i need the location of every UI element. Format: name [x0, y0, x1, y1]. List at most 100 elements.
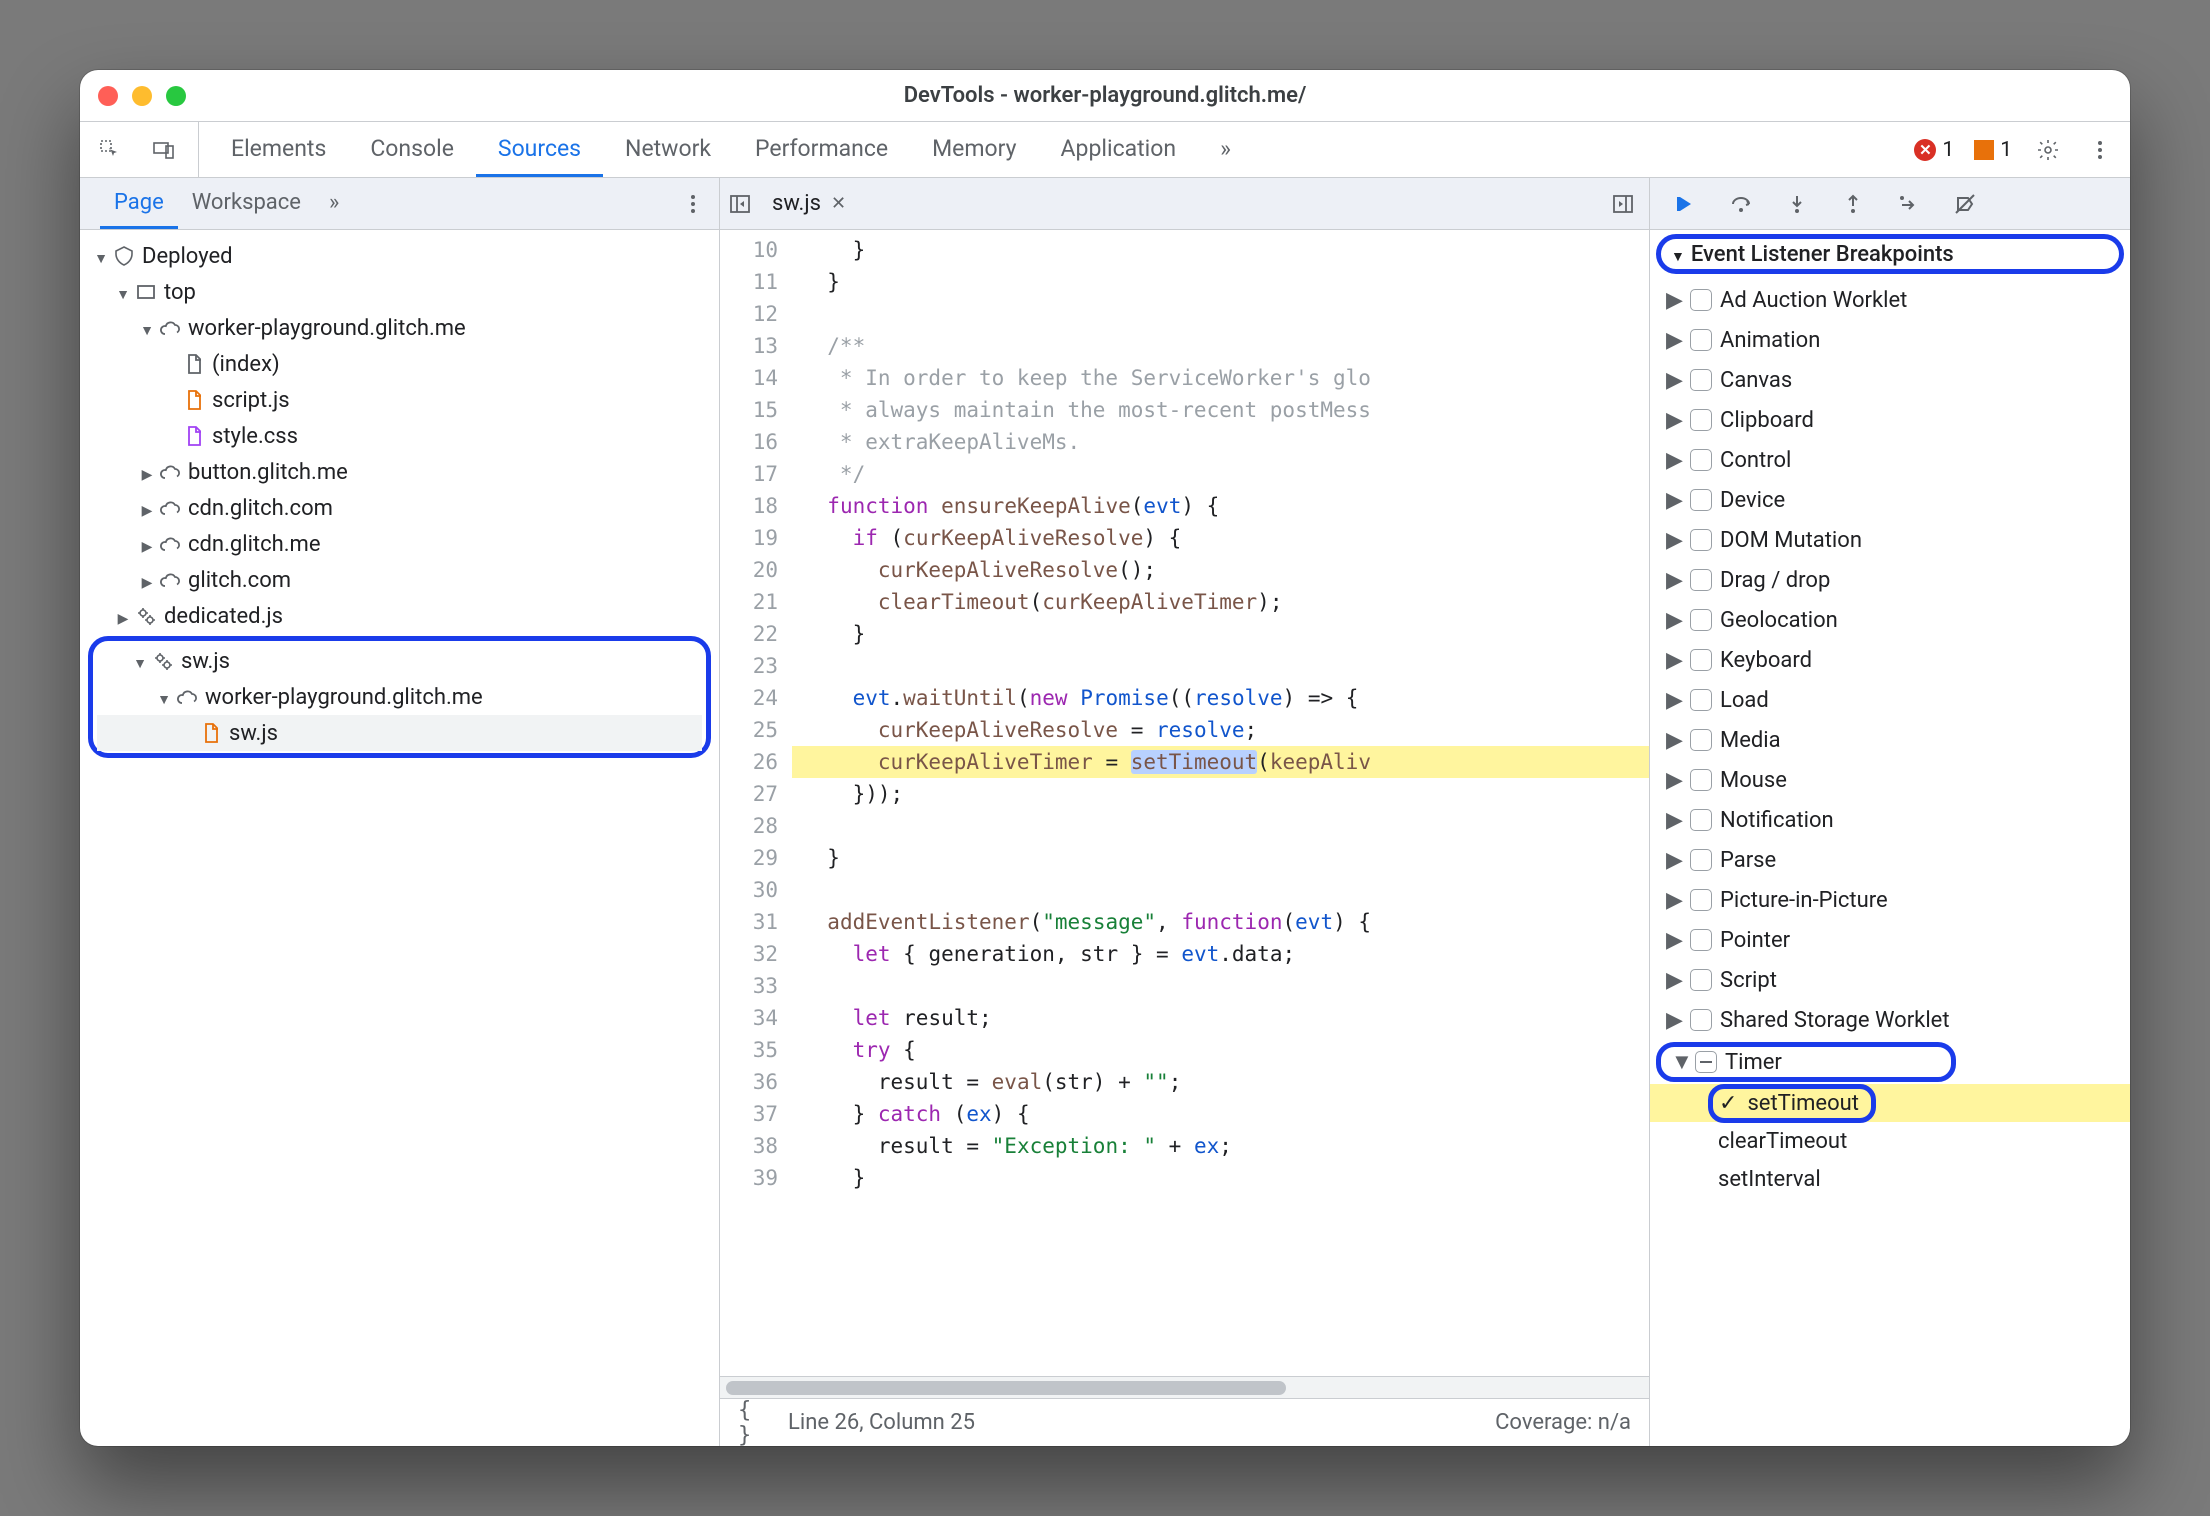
- tree-item[interactable]: button.glitch.me: [80, 454, 719, 490]
- breakpoint-category[interactable]: ▶Notification: [1650, 800, 2130, 840]
- breakpoint-item[interactable]: setInterval: [1650, 1160, 2130, 1198]
- close-tab-icon[interactable]: ✕: [831, 193, 846, 214]
- checkbox-icon[interactable]: [1690, 689, 1712, 711]
- tree-item[interactable]: glitch.com: [80, 562, 719, 598]
- checkbox-icon[interactable]: [1690, 729, 1712, 751]
- editor-tab-swjs[interactable]: sw.js ✕: [756, 178, 862, 229]
- twisty-icon[interactable]: [138, 460, 156, 485]
- breakpoint-category[interactable]: ▶Drag / drop: [1650, 560, 2130, 600]
- step-into-icon[interactable]: [1782, 189, 1812, 219]
- navigator-overflow-button[interactable]: »: [315, 178, 353, 229]
- checkbox-icon[interactable]: [1690, 289, 1712, 311]
- breakpoint-category[interactable]: ▶Geolocation: [1650, 600, 2130, 640]
- twisty-icon[interactable]: [114, 604, 132, 629]
- breakpoint-category[interactable]: ▶Shared Storage Worklet: [1650, 1000, 2130, 1040]
- panel-tab-sources[interactable]: Sources: [476, 122, 603, 177]
- breakpoint-category[interactable]: ▶Clipboard: [1650, 400, 2130, 440]
- panel-tab-console[interactable]: Console: [348, 122, 476, 177]
- checkbox-icon[interactable]: [1690, 1009, 1712, 1031]
- twisty-icon[interactable]: [155, 685, 173, 710]
- breakpoint-category[interactable]: ▶Ad Auction Worklet: [1650, 280, 2130, 320]
- tree-item[interactable]: sw.js: [97, 643, 702, 679]
- twisty-icon[interactable]: [131, 649, 149, 674]
- twisty-icon[interactable]: [138, 568, 156, 593]
- close-window-button[interactable]: [98, 86, 118, 106]
- breakpoint-category[interactable]: ▶Parse: [1650, 840, 2130, 880]
- navigator-tab-page[interactable]: Page: [100, 178, 178, 229]
- breakpoint-category[interactable]: ▶Script: [1650, 960, 2130, 1000]
- tree-item[interactable]: (index): [80, 346, 719, 382]
- checkbox-icon[interactable]: [1690, 449, 1712, 471]
- breakpoint-category[interactable]: ▶Picture-in-Picture: [1650, 880, 2130, 920]
- breakpoint-category[interactable]: ▶Device: [1650, 480, 2130, 520]
- checkbox-icon[interactable]: [1690, 489, 1712, 511]
- line-gutter[interactable]: 1011121314151617181920212223242526272829…: [720, 230, 792, 1376]
- settings-icon[interactable]: [2032, 134, 2064, 166]
- panel-tab-network[interactable]: Network: [603, 122, 733, 177]
- breakpoint-item[interactable]: clearTimeout: [1650, 1122, 2130, 1160]
- tree-item[interactable]: Deployed: [80, 238, 719, 274]
- breakpoints-list[interactable]: Event Listener Breakpoints ▶Ad Auction W…: [1650, 230, 2130, 1446]
- breakpoint-category[interactable]: ▶Mouse: [1650, 760, 2130, 800]
- deactivate-breakpoints-icon[interactable]: [1950, 189, 1980, 219]
- editor-hscrollbar[interactable]: [720, 1376, 1649, 1398]
- checkbox-icon[interactable]: [1690, 569, 1712, 591]
- breakpoint-category[interactable]: ▶Keyboard: [1650, 640, 2130, 680]
- tree-item[interactable]: worker-playground.glitch.me: [97, 679, 702, 715]
- twisty-icon[interactable]: [92, 244, 110, 269]
- checkbox-icon[interactable]: [1690, 809, 1712, 831]
- checkbox-icon[interactable]: ✓: [1719, 1091, 1737, 1116]
- inspect-icon[interactable]: [94, 134, 126, 166]
- twisty-icon[interactable]: [138, 316, 156, 341]
- checkbox-icon[interactable]: [1690, 889, 1712, 911]
- breakpoint-category[interactable]: ▶Animation: [1650, 320, 2130, 360]
- step-over-icon[interactable]: [1726, 189, 1756, 219]
- checkbox-icon[interactable]: [1690, 529, 1712, 551]
- code-area[interactable]: } } /** * In order to keep the ServiceWo…: [792, 230, 1649, 1376]
- kebab-menu-icon[interactable]: [2084, 134, 2116, 166]
- zoom-window-button[interactable]: [166, 86, 186, 106]
- tree-item[interactable]: dedicated.js: [80, 598, 719, 634]
- tree-item[interactable]: worker-playground.glitch.me: [80, 310, 719, 346]
- errors-counter[interactable]: ✕ 1: [1914, 138, 1954, 162]
- pretty-print-icon[interactable]: { }: [738, 1407, 770, 1439]
- panel-overflow-button[interactable]: »: [1198, 122, 1253, 177]
- panel-tab-application[interactable]: Application: [1039, 122, 1199, 177]
- checkbox-icon[interactable]: [1690, 409, 1712, 431]
- checkbox-icon[interactable]: [1690, 369, 1712, 391]
- step-icon[interactable]: [1894, 189, 1924, 219]
- checkbox-icon[interactable]: [1690, 849, 1712, 871]
- panel-tab-memory[interactable]: Memory: [910, 122, 1038, 177]
- panel-tab-performance[interactable]: Performance: [733, 122, 910, 177]
- tree-item[interactable]: sw.js: [97, 715, 702, 751]
- step-out-icon[interactable]: [1838, 189, 1868, 219]
- toggle-navigator-icon[interactable]: [724, 188, 756, 220]
- breakpoint-category[interactable]: ▶Pointer: [1650, 920, 2130, 960]
- panel-tab-elements[interactable]: Elements: [209, 122, 348, 177]
- breakpoint-category[interactable]: ▶Load: [1650, 680, 2130, 720]
- toggle-debugger-icon[interactable]: [1607, 188, 1639, 220]
- device-toolbar-icon[interactable]: [148, 134, 180, 166]
- tree-item[interactable]: cdn.glitch.com: [80, 490, 719, 526]
- tree-item[interactable]: style.css: [80, 418, 719, 454]
- checkbox-icon[interactable]: [1690, 929, 1712, 951]
- checkbox-icon[interactable]: [1690, 649, 1712, 671]
- breakpoint-category[interactable]: ▶Control: [1650, 440, 2130, 480]
- file-tree[interactable]: Deployedtopworker-playground.glitch.me(i…: [80, 230, 719, 1446]
- twisty-icon[interactable]: [138, 532, 156, 557]
- checkbox-icon[interactable]: [1690, 769, 1712, 791]
- navigator-menu-icon[interactable]: [677, 188, 709, 220]
- minimize-window-button[interactable]: [132, 86, 152, 106]
- checkbox-icon[interactable]: [1690, 609, 1712, 631]
- breakpoint-category[interactable]: ▶DOM Mutation: [1650, 520, 2130, 560]
- breakpoint-category-timer[interactable]: ▼ Timer: [1656, 1042, 1956, 1082]
- twisty-icon[interactable]: [114, 280, 132, 305]
- tree-item[interactable]: script.js: [80, 382, 719, 418]
- breakpoint-category[interactable]: ▶Media: [1650, 720, 2130, 760]
- tree-item[interactable]: top: [80, 274, 719, 310]
- checkbox-indeterminate-icon[interactable]: [1695, 1051, 1717, 1073]
- tree-item[interactable]: cdn.glitch.me: [80, 526, 719, 562]
- checkbox-icon[interactable]: [1690, 329, 1712, 351]
- breakpoint-category[interactable]: ▶Canvas: [1650, 360, 2130, 400]
- checkbox-icon[interactable]: [1690, 969, 1712, 991]
